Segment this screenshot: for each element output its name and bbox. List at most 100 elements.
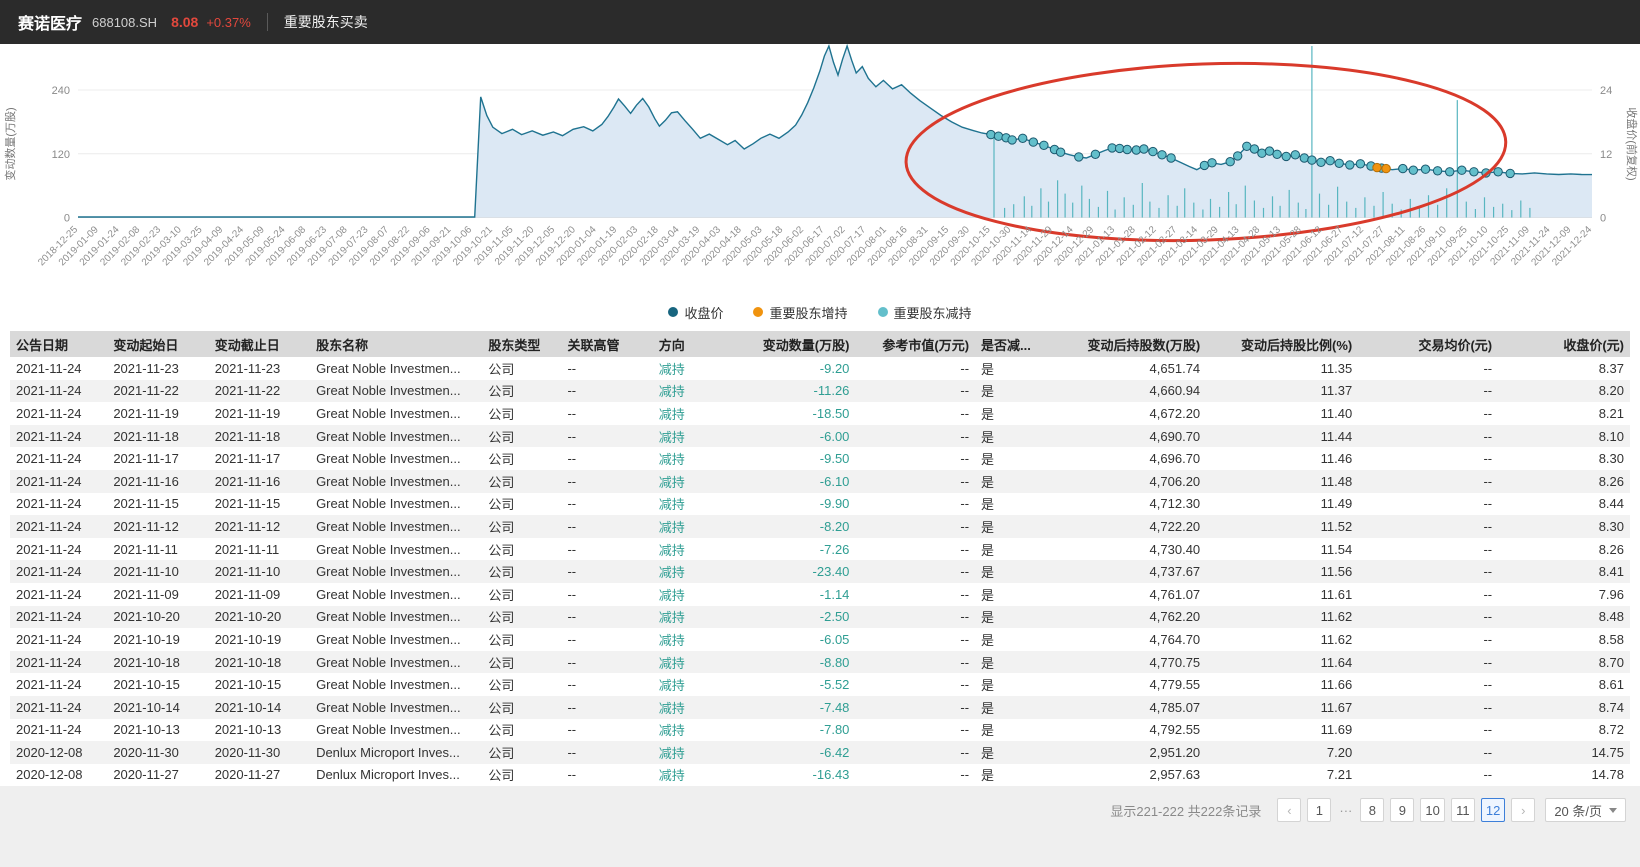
table-cell: --: [561, 764, 652, 787]
table-row[interactable]: 2021-11-242021-11-162021-11-16Great Nobl…: [10, 470, 1630, 493]
holder-sell-point[interactable]: [1226, 158, 1234, 166]
holder-sell-point[interactable]: [1291, 151, 1299, 159]
column-header[interactable]: 方向: [653, 331, 742, 357]
table-cell: 11.64: [1206, 651, 1358, 674]
holder-sell-point[interactable]: [994, 132, 1002, 140]
table-row[interactable]: 2020-12-082020-11-302020-11-30Denlux Mic…: [10, 741, 1630, 764]
holder-sell-point[interactable]: [1234, 152, 1242, 160]
page-button-12[interactable]: 12: [1481, 798, 1505, 822]
right-axis-tick: 12: [1600, 149, 1612, 161]
holder-sell-point[interactable]: [1273, 150, 1281, 158]
table-row[interactable]: 2021-11-242021-11-122021-11-12Great Nobl…: [10, 515, 1630, 538]
holder-sell-point[interactable]: [1399, 164, 1407, 172]
table-row[interactable]: 2021-11-242021-10-192021-10-19Great Nobl…: [10, 628, 1630, 651]
table-cell: --: [1358, 764, 1498, 787]
column-header[interactable]: 是否减...: [975, 331, 1056, 357]
holder-sell-point[interactable]: [1409, 166, 1417, 174]
holder-sell-point[interactable]: [1091, 150, 1099, 158]
holder-sell-point[interactable]: [1433, 167, 1441, 175]
table-cell: 2021-11-24: [10, 583, 107, 606]
column-header[interactable]: 公告日期: [10, 331, 107, 357]
table-cell: 11.69: [1206, 719, 1358, 742]
holder-sell-point[interactable]: [1308, 156, 1316, 164]
table-row[interactable]: 2021-11-242021-10-182021-10-18Great Nobl…: [10, 651, 1630, 674]
column-header[interactable]: 股东名称: [310, 331, 482, 357]
column-header[interactable]: 变动截止日: [209, 331, 310, 357]
holder-sell-point[interactable]: [1140, 145, 1148, 153]
column-header[interactable]: 变动起始日: [107, 331, 208, 357]
holder-sell-point[interactable]: [1158, 151, 1166, 159]
holder-sell-point[interactable]: [1506, 169, 1514, 177]
holder-buy-point[interactable]: [1382, 164, 1390, 172]
table-cell: 是: [975, 493, 1056, 516]
table-row[interactable]: 2021-11-242021-11-172021-11-17Great Nobl…: [10, 447, 1630, 470]
holder-sell-point[interactable]: [1019, 134, 1027, 142]
holder-sell-point[interactable]: [1317, 158, 1325, 166]
holder-sell-point[interactable]: [1494, 168, 1502, 176]
page-size-select[interactable]: 20 条/页: [1545, 798, 1626, 822]
table-row[interactable]: 2021-11-242021-10-202021-10-20Great Nobl…: [10, 606, 1630, 629]
table-row[interactable]: 2021-11-242021-11-192021-11-19Great Nobl…: [10, 402, 1630, 425]
holder-sell-point[interactable]: [1029, 138, 1037, 146]
holder-sell-point[interactable]: [1075, 153, 1083, 161]
pagination-next-button[interactable]: ›: [1511, 798, 1535, 822]
table-row[interactable]: 2021-11-242021-11-102021-11-10Great Nobl…: [10, 560, 1630, 583]
column-header[interactable]: 收盘价(元): [1498, 331, 1630, 357]
legend-item[interactable]: 收盘价: [668, 303, 723, 322]
table-row[interactable]: 2021-11-242021-10-152021-10-15Great Nobl…: [10, 673, 1630, 696]
legend-item[interactable]: 重要股东减持: [878, 303, 972, 322]
holder-sell-point[interactable]: [1123, 145, 1131, 153]
tab-important-holder-trading[interactable]: 重要股东买卖: [284, 12, 368, 32]
table-row[interactable]: 2021-11-242021-11-232021-11-23Great Nobl…: [10, 357, 1630, 380]
holder-sell-point[interactable]: [1040, 141, 1048, 149]
holder-sell-point[interactable]: [1300, 154, 1308, 162]
table-row[interactable]: 2021-11-242021-10-132021-10-13Great Nobl…: [10, 719, 1630, 742]
legend-item[interactable]: 重要股东增持: [753, 303, 847, 322]
holder-sell-point[interactable]: [987, 130, 995, 138]
column-header[interactable]: 变动数量(万股): [742, 331, 856, 357]
column-header[interactable]: 股东类型: [482, 331, 561, 357]
table-cell: 8.41: [1498, 560, 1630, 583]
holder-sell-point[interactable]: [1115, 144, 1123, 152]
table-row[interactable]: 2021-11-242021-11-152021-11-15Great Nobl…: [10, 493, 1630, 516]
table-row[interactable]: 2020-12-082020-11-272020-11-27Denlux Mic…: [10, 764, 1630, 787]
holder-sell-point[interactable]: [1132, 146, 1140, 154]
table-row[interactable]: 2021-11-242021-11-092021-11-09Great Nobl…: [10, 583, 1630, 606]
pagination-prev-button[interactable]: ‹: [1277, 798, 1301, 822]
chart-canvas[interactable]: 012024001224变动数量(万股)收盘价(前复权)2018-12-2520…: [0, 44, 1640, 299]
page-button-8[interactable]: 8: [1360, 798, 1384, 822]
page-button-1[interactable]: 1: [1307, 798, 1331, 822]
holder-sell-point[interactable]: [1421, 165, 1429, 173]
holder-sell-point[interactable]: [1458, 166, 1466, 174]
holder-sell-point[interactable]: [1208, 159, 1216, 167]
holder-sell-point[interactable]: [1056, 148, 1064, 156]
holder-sell-point[interactable]: [1335, 159, 1343, 167]
column-header[interactable]: 交易均价(元): [1358, 331, 1498, 357]
table-cell: --: [1358, 719, 1498, 742]
page-button-10[interactable]: 10: [1420, 798, 1444, 822]
holder-sell-point[interactable]: [1470, 168, 1478, 176]
holder-buy-point[interactable]: [1373, 163, 1381, 171]
table-row[interactable]: 2021-11-242021-10-142021-10-14Great Nobl…: [10, 696, 1630, 719]
column-header[interactable]: 变动后持股数(万股): [1056, 331, 1206, 357]
column-header[interactable]: 参考市值(万元): [855, 331, 975, 357]
holder-sell-point[interactable]: [1149, 147, 1157, 155]
table-row[interactable]: 2021-11-242021-11-222021-11-22Great Nobl…: [10, 380, 1630, 403]
holder-sell-point[interactable]: [1167, 154, 1175, 162]
holder-sell-point[interactable]: [1258, 149, 1266, 157]
column-header[interactable]: 变动后持股比例(%): [1206, 331, 1358, 357]
table-cell: 11.56: [1206, 560, 1358, 583]
column-header[interactable]: 关联高管: [561, 331, 652, 357]
holder-sell-point[interactable]: [1346, 161, 1354, 169]
holder-sell-point[interactable]: [1326, 157, 1334, 165]
table-cell: 2021-11-12: [107, 515, 208, 538]
table-row[interactable]: 2021-11-242021-11-182021-11-18Great Nobl…: [10, 425, 1630, 448]
holder-sell-point[interactable]: [1446, 168, 1454, 176]
page-button-11[interactable]: 11: [1451, 798, 1475, 822]
holder-sell-point[interactable]: [1008, 136, 1016, 144]
page-button-9[interactable]: 9: [1390, 798, 1414, 822]
holder-sell-point[interactable]: [1282, 152, 1290, 160]
table-row[interactable]: 2021-11-242021-11-112021-11-11Great Nobl…: [10, 538, 1630, 561]
holder-sell-point[interactable]: [1250, 145, 1258, 153]
holder-sell-point[interactable]: [1356, 160, 1364, 168]
